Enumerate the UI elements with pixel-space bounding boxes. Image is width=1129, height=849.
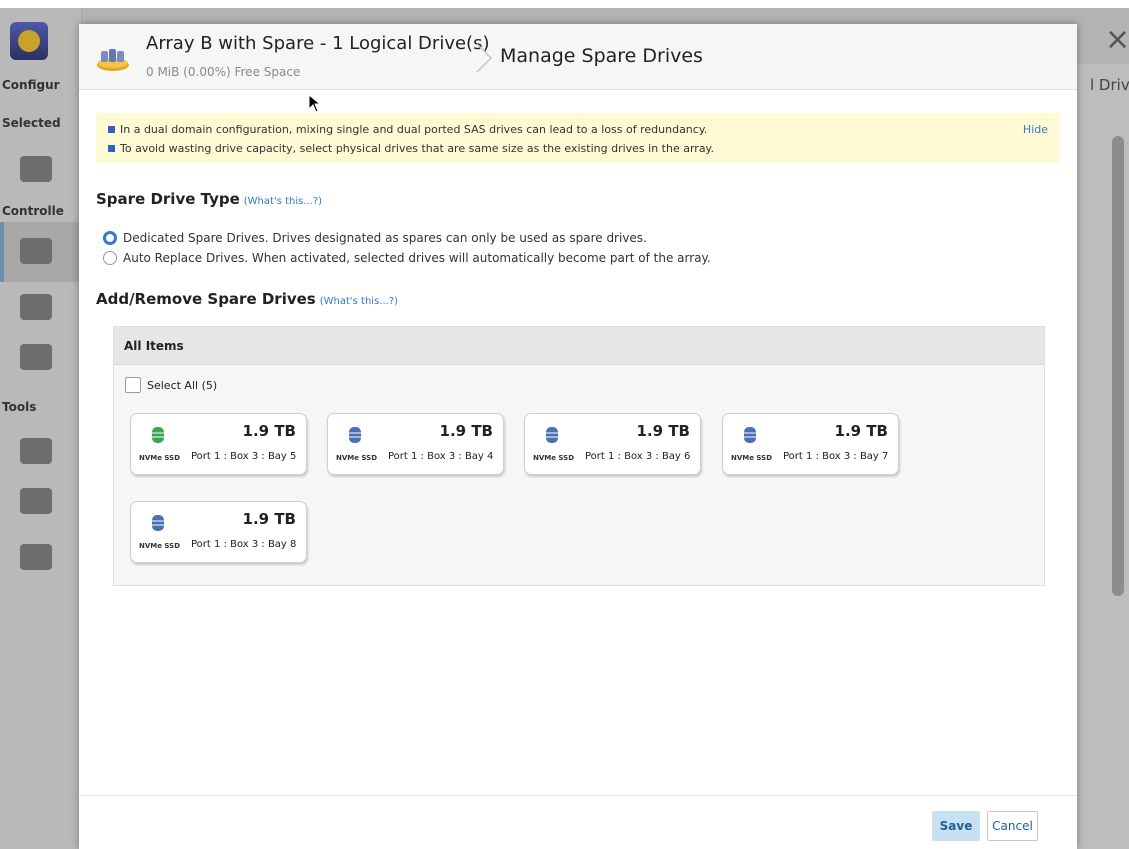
warning-notice: In a dual domain configuration, mixing s… [96,113,1060,163]
drive-type: NVMe SSD [139,542,181,550]
array-icon [20,238,52,264]
notice-line-1: In a dual domain configuration, mixing s… [108,123,707,136]
drive-location: Port 1 : Box 3 : Bay 6 [585,451,691,462]
drive-type: NVMe SSD [139,454,181,462]
nvme-ssd-drive-icon [546,427,558,443]
bullet-icon [108,126,115,133]
items-panel-header: All Items [114,327,1044,365]
nvme-ssd-drive-icon [349,427,361,443]
drive-icon-body [744,427,756,443]
sidebar-section-tools: Tools [2,400,37,414]
drive-card-bay-4[interactable]: 1.9 TB NVMe SSD Port 1 : Box 3 : Bay 4 [327,413,504,475]
drive-icon-body [152,515,164,531]
breadcrumb-chevron-icon [476,43,493,73]
radio-dedicated-label: Dedicated Spare Drives. Drives designate… [123,231,647,245]
add-remove-help-link[interactable]: (What's this...?) [320,296,398,307]
drive-type: NVMe SSD [533,454,575,462]
drive-size: 1.9 TB [636,422,690,440]
nvme-ssd-drive-icon [744,427,756,443]
background-scrollbar [1112,136,1124,596]
mouse-pointer-icon [308,94,322,113]
array-icon [97,49,129,71]
radio-auto-replace[interactable]: Auto Replace Drives. When activated, sel… [103,250,711,266]
background-right-header-label: l Driv [1090,76,1129,94]
drive-card-bay-5[interactable]: 1.9 TB NVMe SSD Port 1 : Box 3 : Bay 5 [130,413,307,475]
close-icon: × [1105,22,1129,57]
dialog-header: Array B with Spare - 1 Logical Drive(s) … [79,24,1077,90]
drive-type: NVMe SSD [731,454,773,462]
nvme-ssd-drive-icon [152,427,164,443]
nvme-ssd-drive-icon [152,515,164,531]
add-remove-spare-heading: Add/Remove Spare Drives (What's this...?) [96,290,398,308]
select-all-label: Select All (5) [147,378,218,392]
radio-auto-replace-label: Auto Replace Drives. When activated, sel… [123,251,711,265]
save-button[interactable]: Save [932,811,980,841]
hide-notice-link[interactable]: Hide [1023,123,1048,136]
drive-icon-body [546,427,558,443]
drive-size: 1.9 TB [834,422,888,440]
sidebar-section-controller: Controlle [2,204,64,218]
drive-icon-body [152,427,164,443]
free-space-text: 0 MiB (0.00%) Free Space [146,65,301,79]
radio-button[interactable] [103,251,117,265]
page-title: Manage Spare Drives [500,45,703,67]
drive-location: Port 1 : Box 3 : Bay 5 [191,451,297,462]
drive-icon-body [349,427,361,443]
spare-drive-type-title: Spare Drive Type [96,190,240,208]
drive-card-bay-7[interactable]: 1.9 TB NVMe SSD Port 1 : Box 3 : Bay 7 [722,413,899,475]
notice-line-2: To avoid wasting drive capacity, select … [108,142,714,155]
checkbox-box[interactable] [125,377,141,393]
app-logo-icon [10,22,48,60]
sidebar-section-selected: Selected [2,116,61,130]
tool-icon [20,438,52,464]
spare-drive-type-heading: Spare Drive Type (What's this...?) [96,190,322,208]
array-title: Array B with Spare - 1 Logical Drive(s) [146,33,490,54]
sidebar-section-configure: Configur [2,78,60,92]
unassigned-drives-icon [20,344,52,370]
drive-size: 1.9 TB [242,422,296,440]
physical-drives-icon [20,294,52,320]
manage-spare-drives-dialog: Array B with Spare - 1 Logical Drive(s) … [79,24,1077,849]
controller-icon [20,156,52,182]
drive-type: NVMe SSD [336,454,378,462]
top-caption-strip [0,0,1129,8]
background-sidebar: Configur Selected Controlle Tools [0,8,82,849]
drive-items-panel: All Items Select All (5) 1.9 TB NVMe SSD… [113,326,1045,586]
lock-icon [20,488,52,514]
encryption-lock-icon [20,544,52,570]
drive-size: 1.9 TB [242,510,296,528]
bullet-icon [108,145,115,152]
spare-type-help-link[interactable]: (What's this...?) [244,196,322,207]
drive-card-bay-6[interactable]: 1.9 TB NVMe SSD Port 1 : Box 3 : Bay 6 [524,413,701,475]
drive-size: 1.9 TB [439,422,493,440]
drive-location: Port 1 : Box 3 : Bay 8 [191,539,297,550]
drive-location: Port 1 : Box 3 : Bay 7 [783,451,889,462]
notice-line-2-text: To avoid wasting drive capacity, select … [120,142,714,155]
drive-location: Port 1 : Box 3 : Bay 4 [388,451,494,462]
dialog-footer: Save Cancel [79,795,1077,849]
add-remove-spare-title: Add/Remove Spare Drives [96,290,316,308]
notice-line-1-text: In a dual domain configuration, mixing s… [120,123,708,136]
background-right-header: l Driv [1078,64,1129,104]
radio-button-checked[interactable] [103,231,117,245]
radio-dedicated-spare[interactable]: Dedicated Spare Drives. Drives designate… [103,230,647,246]
drive-card-bay-8[interactable]: 1.9 TB NVMe SSD Port 1 : Box 3 : Bay 8 [130,501,307,563]
select-all-checkbox[interactable]: Select All (5) [125,377,217,393]
cancel-button[interactable]: Cancel [987,811,1038,841]
items-panel-title: All Items [124,339,184,353]
